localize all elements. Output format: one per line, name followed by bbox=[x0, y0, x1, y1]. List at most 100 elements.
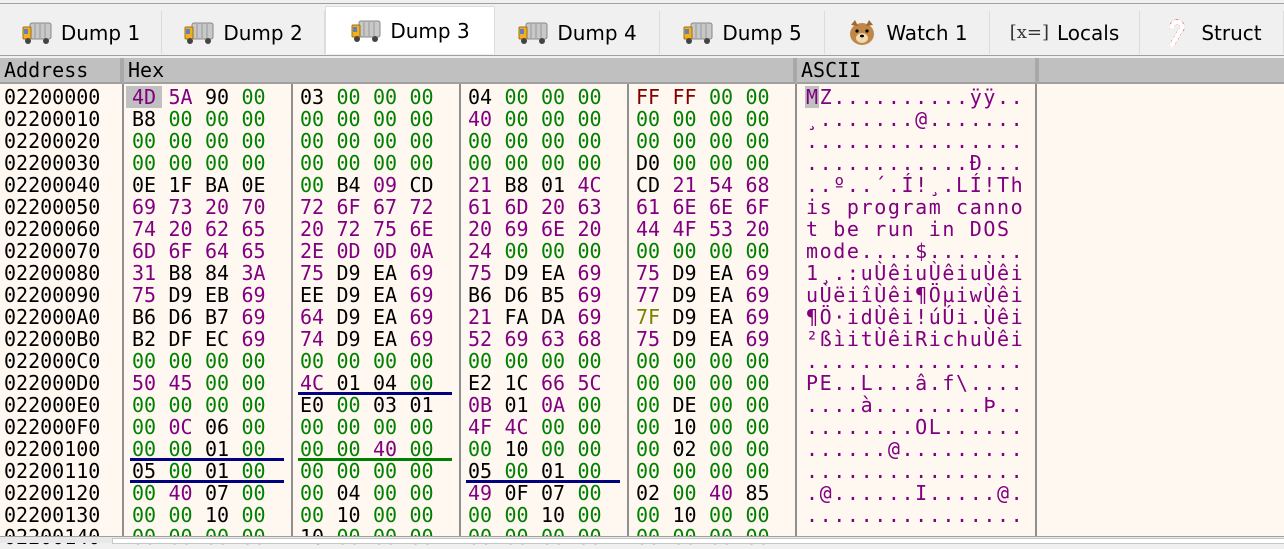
hex-byte[interactable]: 68 bbox=[746, 174, 776, 196]
hex-byte[interactable]: B6 bbox=[468, 284, 498, 306]
hex-byte[interactable]: EA bbox=[541, 262, 571, 284]
hex-byte[interactable]: 6D bbox=[505, 196, 535, 218]
hex-byte[interactable]: 4F bbox=[673, 218, 703, 240]
hex-byte[interactable]: 00 bbox=[169, 108, 199, 130]
hex-byte[interactable]: 50 bbox=[132, 372, 162, 394]
hex-byte[interactable]: EB bbox=[205, 284, 235, 306]
hex-byte[interactable]: 53 bbox=[709, 218, 739, 240]
hex-byte[interactable]: 00 bbox=[541, 416, 571, 438]
hex-byte[interactable]: 00 bbox=[578, 394, 608, 416]
ascii-text[interactable]: ................ bbox=[806, 350, 1024, 372]
hex-byte[interactable]: 00 bbox=[505, 86, 535, 108]
hex-byte[interactable]: 69 bbox=[746, 328, 776, 350]
ascii-text[interactable]: ²ßìitÙêiRichuÙêi bbox=[806, 328, 1024, 350]
hex-byte[interactable]: 06 bbox=[205, 416, 235, 438]
column-header-hex[interactable]: Hex bbox=[124, 58, 797, 84]
hex-byte[interactable]: 00 bbox=[132, 416, 162, 438]
hex-byte[interactable]: B2 bbox=[132, 328, 162, 350]
hex-byte[interactable]: BA bbox=[205, 174, 235, 196]
hex-byte[interactable]: 69 bbox=[242, 306, 272, 328]
hex-byte[interactable]: 00 bbox=[337, 350, 367, 372]
horizontal-scrollbar-thumb[interactable] bbox=[112, 538, 1284, 544]
hex-byte[interactable]: 00 bbox=[505, 504, 535, 526]
hex-byte[interactable]: 0F bbox=[505, 482, 535, 504]
hex-byte[interactable]: 00 bbox=[242, 416, 272, 438]
hex-byte[interactable]: B5 bbox=[541, 284, 571, 306]
hex-byte[interactable]: 61 bbox=[636, 196, 666, 218]
hex-byte[interactable]: 00 bbox=[578, 482, 608, 504]
hex-byte[interactable]: 00 bbox=[636, 394, 666, 416]
hex-byte[interactable]: 00 bbox=[541, 240, 571, 262]
hex-byte[interactable]: EA bbox=[709, 306, 739, 328]
hex-byte[interactable]: 00 bbox=[709, 372, 739, 394]
hex-byte[interactable]: 00 bbox=[300, 416, 330, 438]
hex-byte[interactable]: 00 bbox=[709, 152, 739, 174]
dump-row[interactable]: 02200000 4D 5A 90 00 03 00 00 00 04 00 00 00 FF FF 00 00… bbox=[0, 86, 1284, 108]
hex-byte[interactable]: 20 bbox=[169, 218, 199, 240]
ascii-text[interactable]: .@......I.....@. bbox=[806, 482, 1024, 504]
hex-byte[interactable]: 00 bbox=[242, 130, 272, 152]
hex-byte[interactable]: 49 bbox=[468, 482, 498, 504]
column-header-address[interactable]: Address bbox=[0, 58, 124, 84]
hex-byte[interactable]: 00 bbox=[132, 130, 162, 152]
hex-byte[interactable]: 00 bbox=[636, 240, 666, 262]
hex-byte[interactable]: 40 bbox=[169, 482, 199, 504]
hex-byte[interactable]: 00 bbox=[242, 482, 272, 504]
hex-byte[interactable]: 21 bbox=[468, 306, 498, 328]
hex-byte[interactable]: 04 bbox=[373, 372, 403, 394]
hex-byte[interactable]: EA bbox=[709, 328, 739, 350]
hex-byte[interactable]: B8 bbox=[505, 174, 535, 196]
hex-byte[interactable]: 62 bbox=[205, 218, 235, 240]
hex-byte[interactable]: 24 bbox=[468, 240, 498, 262]
hex-byte[interactable]: 07 bbox=[205, 482, 235, 504]
hex-byte[interactable]: 02 bbox=[673, 438, 703, 460]
ascii-text[interactable]: ....à........Þ.. bbox=[806, 394, 1024, 416]
hex-byte[interactable]: 01 bbox=[205, 438, 235, 460]
hex-byte[interactable]: 00 bbox=[636, 416, 666, 438]
ascii-text[interactable]: is program canno bbox=[806, 196, 1024, 218]
dump-row[interactable]: 022000F0 00 0C 06 00 00 00 00 00 4F 4C 00 00 00 10 00 00… bbox=[0, 416, 1284, 438]
hex-byte[interactable]: D9 bbox=[505, 262, 535, 284]
ascii-text[interactable]: MZ..........ÿÿ.. bbox=[806, 86, 1024, 108]
dump-row[interactable]: 02200040 0E 1F BA 0E 00 B4 09 CD 21 B8 01 4C CD 21 54 68… bbox=[0, 174, 1284, 196]
hex-byte[interactable]: 6E bbox=[673, 196, 703, 218]
hex-byte[interactable]: 0A bbox=[541, 394, 571, 416]
hex-byte[interactable]: 00 bbox=[242, 86, 272, 108]
hex-byte[interactable]: 00 bbox=[410, 416, 440, 438]
hex-byte[interactable]: EA bbox=[373, 262, 403, 284]
hex-byte[interactable]: D9 bbox=[673, 262, 703, 284]
hex-byte[interactable]: 04 bbox=[337, 482, 367, 504]
hex-byte[interactable]: E2 bbox=[468, 372, 498, 394]
hex-byte[interactable]: 00 bbox=[132, 482, 162, 504]
hex-byte[interactable]: 63 bbox=[541, 328, 571, 350]
hex-byte[interactable]: 20 bbox=[578, 218, 608, 240]
hex-byte[interactable]: 63 bbox=[578, 196, 608, 218]
hex-byte[interactable]: 40 bbox=[373, 438, 403, 460]
hex-byte[interactable]: 00 bbox=[505, 130, 535, 152]
hex-byte[interactable]: 00 bbox=[541, 86, 571, 108]
ascii-text[interactable]: t be run in DOS bbox=[806, 218, 1024, 240]
hex-byte[interactable]: 00 bbox=[242, 108, 272, 130]
hex-byte[interactable]: 00 bbox=[205, 372, 235, 394]
hex-byte[interactable]: 00 bbox=[242, 372, 272, 394]
hex-byte[interactable]: 00 bbox=[746, 152, 776, 174]
hex-byte[interactable]: 00 bbox=[505, 460, 535, 482]
hex-byte[interactable]: 00 bbox=[541, 350, 571, 372]
hex-byte[interactable]: 00 bbox=[337, 108, 367, 130]
hex-byte[interactable]: 0B bbox=[468, 394, 498, 416]
tab-dump-1[interactable]: Dump 1 bbox=[0, 11, 162, 54]
hex-byte[interactable]: 20 bbox=[468, 218, 498, 240]
dump-row[interactable]: 02200100 00 00 01 00 00 00 40 00 00 10 00 00 00 02 00 00… bbox=[0, 438, 1284, 460]
hex-byte[interactable]: 00 bbox=[709, 460, 739, 482]
hex-byte[interactable]: 00 bbox=[373, 130, 403, 152]
hex-byte[interactable]: 03 bbox=[373, 394, 403, 416]
hex-byte[interactable]: 69 bbox=[505, 218, 535, 240]
hex-byte[interactable]: 00 bbox=[709, 108, 739, 130]
hex-byte[interactable]: 70 bbox=[242, 196, 272, 218]
hex-byte[interactable]: 21 bbox=[673, 174, 703, 196]
hex-byte[interactable]: 00 bbox=[242, 394, 272, 416]
hex-byte[interactable]: D9 bbox=[337, 306, 367, 328]
hex-byte[interactable]: 05 bbox=[468, 460, 498, 482]
hex-byte[interactable]: 65 bbox=[242, 218, 272, 240]
hex-byte[interactable]: 6D bbox=[132, 240, 162, 262]
